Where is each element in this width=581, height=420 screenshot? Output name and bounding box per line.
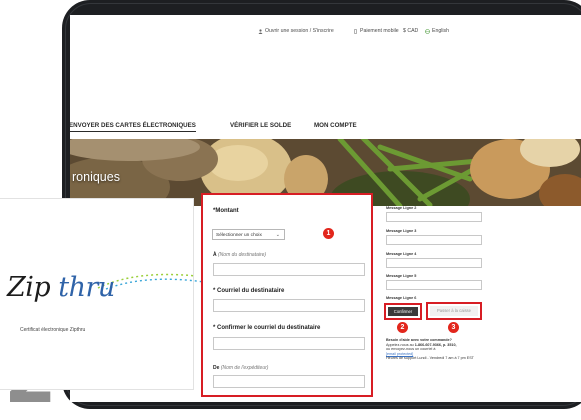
amount-label: *Montant — [213, 208, 239, 214]
confirm-email-input[interactable] — [213, 337, 365, 350]
from-prefix: De — [213, 365, 220, 371]
product-caption: Certificat électronique Zipthru — [20, 327, 86, 333]
recipient-email-input[interactable] — [213, 299, 365, 312]
login-link[interactable]: Ouvrir une session / S'inscrire — [258, 28, 334, 34]
checkout-button-label: Passer à la caisse — [430, 306, 478, 316]
recipient-email-label: * Courriel du destinataire — [213, 288, 285, 294]
top-bar: Ouvrir une session / S'inscrire Paiement… — [70, 26, 581, 38]
from-hint: (Nom de l'expéditeur) — [220, 365, 269, 371]
message-line-5-label: Message Ligne 5 — [386, 274, 417, 278]
confirm-button[interactable]: Confirmer — [384, 303, 422, 320]
nav-my-account[interactable]: MON COMPTE — [314, 122, 357, 129]
amount-select-value: Sélectionner un choix — [216, 233, 262, 238]
user-icon — [258, 28, 263, 34]
to-prefix: À — [213, 252, 217, 258]
mobile-phone-icon — [354, 28, 357, 34]
confirm-button-label: Confirmer — [388, 307, 418, 316]
mobile-payment-link[interactable]: Paiement mobile — [353, 28, 399, 34]
hero-title: roniques — [72, 170, 120, 184]
to-hint: (Nom du destinataire) — [218, 252, 267, 258]
main-nav: ENVOYER DES CARTES ÉLECTRONIQUES VÉRIFIE… — [70, 119, 581, 133]
nav-send-cards[interactable]: ENVOYER DES CARTES ÉLECTRONIQUES — [70, 122, 196, 132]
chevron-down-icon: ⌄ — [275, 232, 280, 238]
nav-check-balance[interactable]: VÉRIFIER LE SOLDE — [230, 122, 291, 129]
message-line-3-input[interactable] — [386, 235, 482, 245]
step-badge-2: 2 — [397, 322, 408, 333]
mobile-payment-label: Paiement mobile — [360, 28, 399, 34]
globe-icon — [425, 28, 430, 34]
message-line-3-label: Message Ligne 3 — [386, 229, 417, 233]
sender-name-input[interactable] — [213, 375, 365, 388]
step-badge-3: 3 — [448, 322, 459, 333]
zipthru-logo: Zip thru — [7, 272, 115, 303]
message-line-2-label: Message Ligne 2 — [386, 206, 417, 210]
currency-selector[interactable]: $ CAD — [403, 28, 418, 34]
step-badge-1: 1 — [323, 228, 334, 239]
help-hours: Heures de support Lundi - Vendredi 7 am … — [386, 356, 474, 361]
currency-label: $ CAD — [403, 28, 419, 34]
message-line-2-input[interactable] — [386, 212, 482, 222]
language-switch[interactable]: English — [425, 28, 449, 34]
recipient-name-input[interactable] — [213, 263, 365, 276]
message-line-4-label: Message Ligne 4 — [386, 252, 417, 256]
help-box: Besoin d'aide avec votre commande? Appel… — [386, 338, 486, 361]
checkout-button[interactable]: Passer à la caisse — [426, 302, 482, 320]
message-line-4-input[interactable] — [386, 258, 482, 268]
message-line-5-input[interactable] — [386, 280, 482, 290]
confirm-email-label: * Confirmer le courriel du destinataire — [213, 325, 321, 331]
amount-select[interactable]: Sélectionner un choix ⌄ — [212, 229, 285, 240]
logo-thru-text: thru — [58, 272, 115, 303]
recipient-name-label: À (Nom du destinataire) — [213, 252, 266, 258]
sender-name-label: De (Nom de l'expéditeur) — [213, 365, 268, 371]
language-label: English — [432, 28, 450, 34]
message-line-6-label: Message Ligne 6 — [386, 296, 417, 300]
login-label: Ouvrir une session / S'inscrire — [265, 28, 334, 34]
logo-zip-text: Zip — [7, 272, 51, 303]
